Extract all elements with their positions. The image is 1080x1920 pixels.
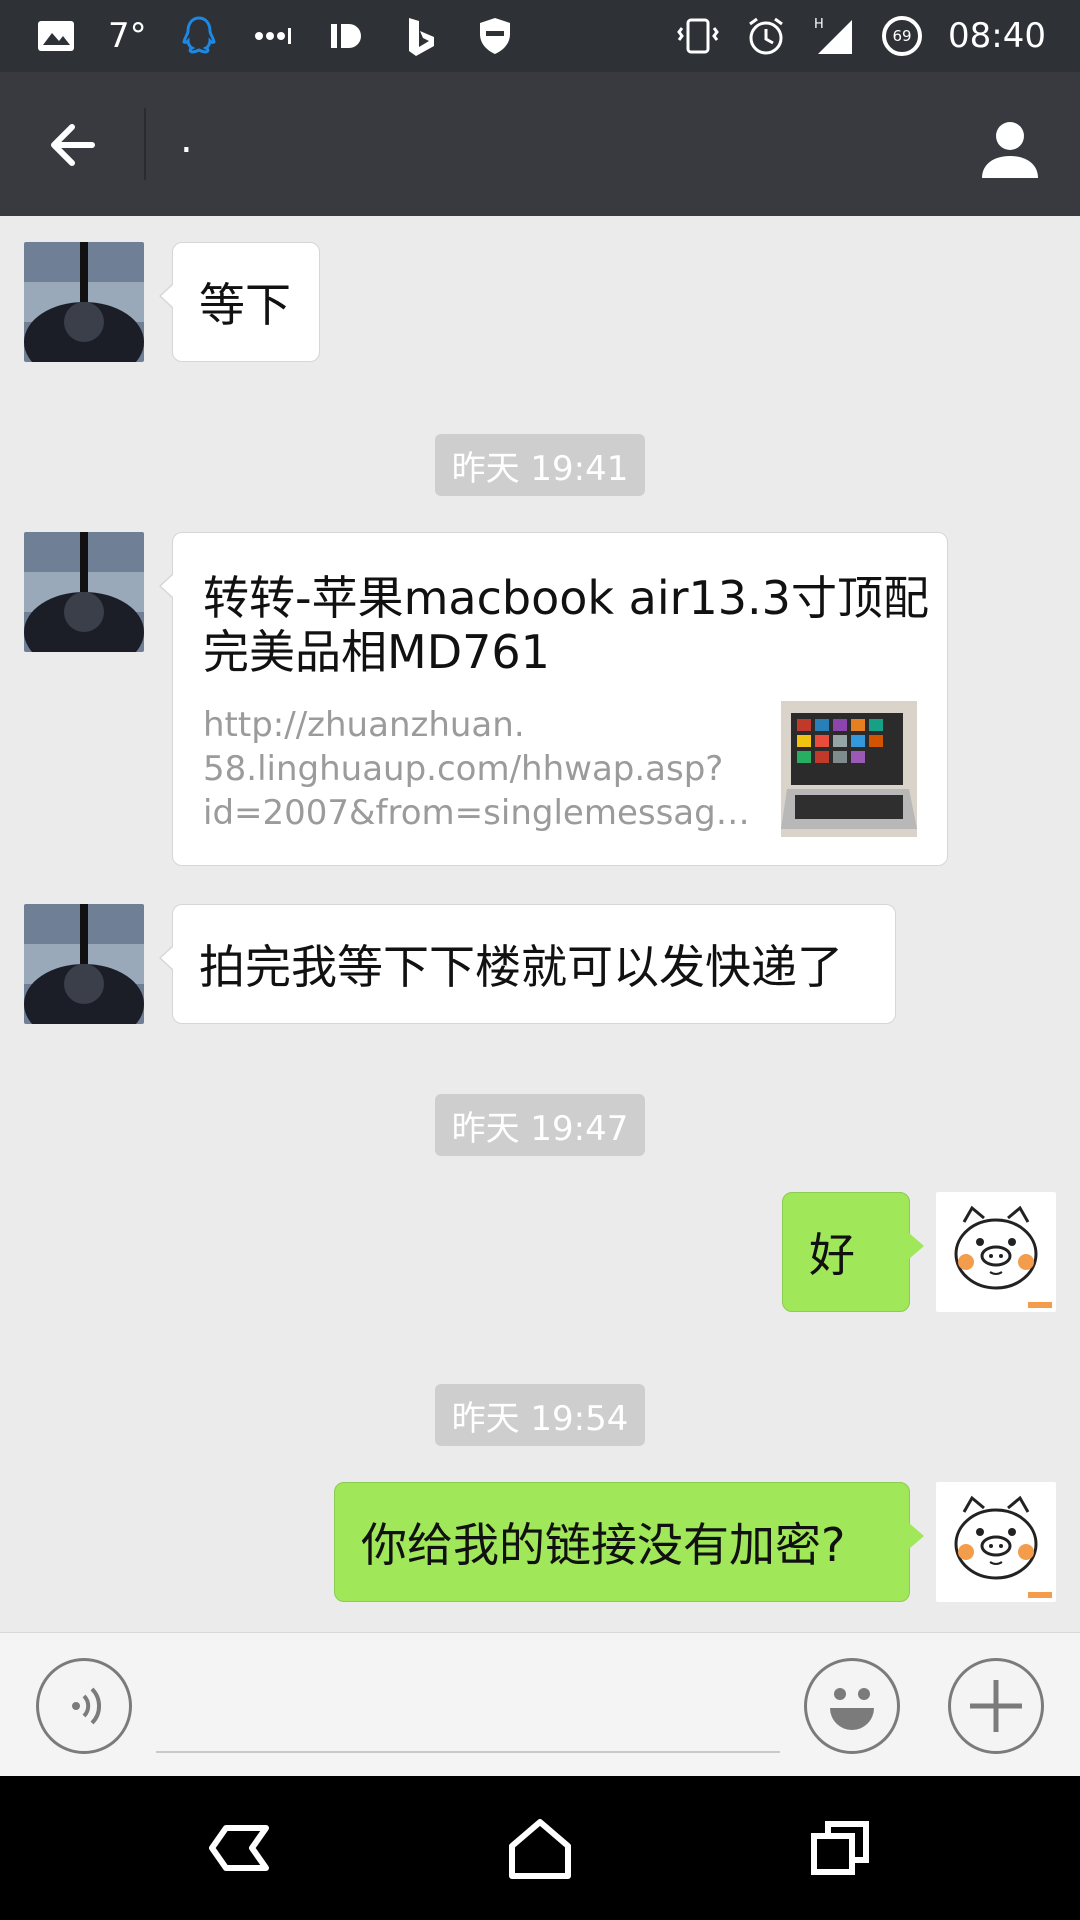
nav-home-button[interactable] xyxy=(500,1808,580,1888)
voice-button[interactable] xyxy=(36,1658,132,1754)
link-url-line: http://zhuanzhuan. xyxy=(203,705,525,745)
back-arrow-icon xyxy=(51,124,95,166)
temperature-text: 7° xyxy=(108,16,147,56)
shield-icon xyxy=(473,14,517,58)
timestamp: 昨天 19:41 xyxy=(435,434,645,496)
alarm-icon xyxy=(744,14,788,58)
input-bar xyxy=(0,1632,1080,1776)
message-bubble-incoming[interactable]: 等下 xyxy=(159,242,320,362)
contact-avatar[interactable] xyxy=(24,904,144,1024)
message-bubble-outgoing[interactable]: 你给我的链接没有加密? xyxy=(334,1482,924,1602)
back-button[interactable] xyxy=(40,112,106,178)
profile-button[interactable] xyxy=(974,112,1046,184)
plus-icon xyxy=(970,1680,1022,1732)
message-text: 你给我的链接没有加密? xyxy=(361,1518,846,1572)
contact-avatar[interactable] xyxy=(24,532,144,652)
battery-level-text: 69 xyxy=(892,27,911,45)
navigation-bar xyxy=(0,1776,1080,1920)
timestamp: 昨天 19:54 xyxy=(435,1384,645,1446)
status-bar: 7° H 69 08:40 xyxy=(0,0,1080,72)
emoji-icon xyxy=(830,1688,874,1730)
nav-recents-icon xyxy=(811,1821,869,1875)
link-title: 转转-苹果macbook air13.3寸顶配完美品相MD761 xyxy=(203,571,929,679)
input-underline xyxy=(156,1751,780,1753)
signal-type-text: H xyxy=(814,17,824,32)
title-bar: . xyxy=(0,72,1080,216)
link-url-line: id=2007&from=singlemessage&i... xyxy=(203,793,763,833)
emoji-button[interactable] xyxy=(804,1658,900,1754)
message-input[interactable] xyxy=(156,1663,780,1749)
status-bar-right: H 69 08:40 xyxy=(676,0,1046,72)
contact-avatar[interactable] xyxy=(24,242,144,362)
nav-recents-button[interactable] xyxy=(800,1808,880,1888)
bing-icon xyxy=(399,14,443,58)
profile-icon xyxy=(982,122,1038,178)
chat-title: . xyxy=(180,116,193,162)
nav-back-button[interactable] xyxy=(200,1808,280,1888)
qq-icon xyxy=(177,14,221,58)
link-url-line: 58.linghuaup.com/hhwap.asp? xyxy=(203,749,724,789)
signal-icon: H xyxy=(812,14,856,58)
my-avatar[interactable] xyxy=(936,1192,1056,1312)
nav-home-icon xyxy=(509,1819,571,1879)
my-avatar[interactable] xyxy=(936,1482,1056,1602)
chat-area[interactable]: 等下 昨天 19:41 转转-苹果macbook air13.3寸顶配完美品相M… xyxy=(0,216,1080,1632)
image-icon xyxy=(34,14,78,58)
link-card[interactable]: 转转-苹果macbook air13.3寸顶配完美品相MD761 http://… xyxy=(159,532,948,866)
id-icon xyxy=(325,14,369,58)
message-text: 拍完我等下下楼就可以发快递了 xyxy=(199,940,843,994)
link-url: http://zhuanzhuan. 58.linghuaup.com/hhwa… xyxy=(203,703,763,835)
plus-button[interactable] xyxy=(948,1658,1044,1754)
message-bubble-outgoing[interactable]: 好 xyxy=(782,1192,924,1312)
status-bar-left: 7° xyxy=(34,0,517,72)
vibrate-icon xyxy=(676,14,720,58)
message-bubble-incoming[interactable]: 拍完我等下下楼就可以发快递了 xyxy=(159,904,896,1024)
link-thumbnail xyxy=(781,701,917,837)
clock-text: 08:40 xyxy=(948,16,1046,56)
battery-icon: 69 xyxy=(880,14,924,58)
message-text: 好 xyxy=(809,1228,855,1282)
timestamp: 昨天 19:47 xyxy=(435,1094,645,1156)
nav-back-icon xyxy=(209,1825,269,1871)
voice-icon xyxy=(72,1687,102,1725)
title-divider xyxy=(144,108,146,180)
message-text: 等下 xyxy=(199,278,291,332)
more-dots-icon xyxy=(251,14,295,58)
